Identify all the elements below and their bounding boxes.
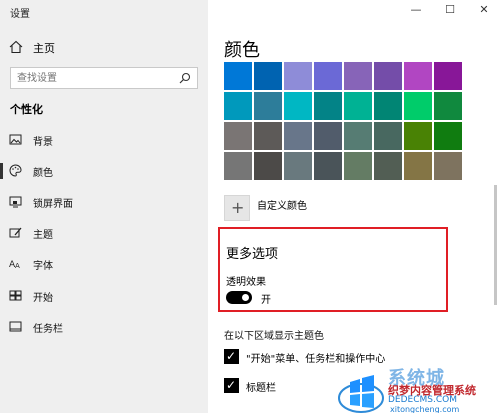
color-swatch[interactable] [344, 62, 372, 90]
transparency-label: 透明效果 [226, 277, 266, 288]
search-icon[interactable] [179, 72, 191, 84]
color-swatch[interactable] [434, 62, 462, 90]
svg-text:A: A [15, 262, 20, 270]
watermark: 系统城 织梦内容管理系统 DEDECMS.COM xitongcheng.com [338, 368, 500, 413]
color-swatch[interactable] [254, 122, 282, 150]
more-options-title: 更多选项 [226, 247, 279, 262]
highlight-box [218, 227, 448, 312]
windows-logo-icon [338, 368, 384, 413]
color-swatch[interactable] [284, 122, 312, 150]
color-swatch[interactable] [314, 122, 342, 150]
nav-item-label: 开始 [33, 293, 53, 304]
palette-icon [9, 164, 22, 177]
color-swatch[interactable] [314, 92, 342, 120]
color-swatch[interactable] [434, 92, 462, 120]
nav-home[interactable]: 主页 [0, 36, 208, 60]
toggle-knob [242, 294, 249, 301]
plus-icon: + [231, 198, 245, 217]
nav-item-lock-screen[interactable]: 锁屏界面 [0, 190, 208, 214]
color-swatch[interactable] [374, 92, 402, 120]
nav-item-themes[interactable]: 主题 [0, 221, 208, 245]
color-swatch[interactable] [254, 92, 282, 120]
color-swatch[interactable] [434, 122, 462, 150]
nav-item-background[interactable]: 背景 [0, 128, 208, 152]
color-swatch[interactable] [284, 92, 312, 120]
watermark-line2: DEDECMS.COM [388, 395, 457, 405]
checkbox-label: 标题栏 [246, 383, 276, 394]
nav-item-label: 背景 [33, 137, 53, 148]
window-controls: — ☐ ✕ [390, 0, 500, 22]
color-swatch[interactable] [224, 152, 252, 180]
home-icon [9, 40, 23, 54]
custom-color-button[interactable]: + [224, 195, 250, 221]
color-swatch[interactable] [404, 62, 432, 90]
close-icon[interactable]: ✕ [476, 3, 492, 17]
checkbox-label: "开始"菜单、任务栏和操作中心 [246, 354, 386, 365]
section-title: 个性化 [10, 103, 43, 116]
brush-icon [9, 226, 22, 239]
show-accent-label: 在以下区域显示主题色 [224, 331, 324, 342]
image-icon [9, 133, 22, 146]
transparency-toggle[interactable] [226, 291, 252, 304]
color-swatch[interactable] [224, 122, 252, 150]
color-swatch[interactable] [434, 152, 462, 180]
watermark-line3: xitongcheng.com [390, 405, 460, 413]
checkbox[interactable]: ✓ [224, 349, 239, 364]
color-swatch[interactable] [404, 122, 432, 150]
search-input[interactable] [17, 71, 167, 85]
color-swatch[interactable] [314, 62, 342, 90]
color-swatch[interactable] [254, 62, 282, 90]
color-swatch[interactable] [284, 152, 312, 180]
checkmark-icon: ✓ [226, 349, 237, 363]
custom-color-label: 自定义颜色 [257, 201, 307, 212]
nav-item-label: 锁屏界面 [33, 199, 73, 210]
page-title: 颜色 [224, 40, 260, 61]
checkbox[interactable]: ✓ [224, 378, 239, 393]
nav-home-label: 主页 [33, 42, 55, 55]
transparency-state: 开 [261, 295, 271, 306]
maximize-icon[interactable]: ☐ [442, 3, 458, 17]
color-swatch[interactable] [224, 62, 252, 90]
nav-item-fonts[interactable]: AA 字体 [0, 252, 208, 276]
settings-sidebar: 设置 主页 个性化 背景 颜色 锁屏界面 主题 [0, 0, 208, 413]
active-indicator [0, 163, 3, 179]
nav-item-colors[interactable]: 颜色 [0, 159, 208, 183]
nav-item-start[interactable]: 开始 [0, 284, 208, 308]
color-swatch[interactable] [224, 92, 252, 120]
color-swatch[interactable] [254, 152, 282, 180]
color-swatch[interactable] [284, 62, 312, 90]
checkmark-icon: ✓ [226, 378, 237, 392]
nav-item-taskbar[interactable]: 任务栏 [0, 315, 208, 339]
color-swatch[interactable] [374, 152, 402, 180]
color-swatch[interactable] [314, 152, 342, 180]
color-swatch[interactable] [344, 152, 372, 180]
lock-screen-icon [9, 195, 22, 208]
minimize-icon[interactable]: — [408, 3, 424, 17]
nav-item-label: 颜色 [33, 168, 53, 179]
color-swatch[interactable] [344, 122, 372, 150]
start-icon [9, 289, 22, 302]
window-title: 设置 [10, 9, 30, 20]
font-icon: AA [9, 257, 22, 270]
color-swatch[interactable] [404, 92, 432, 120]
scrollbar[interactable] [494, 185, 497, 305]
search-box[interactable] [10, 67, 198, 89]
color-swatch[interactable] [404, 152, 432, 180]
taskbar-icon [9, 320, 22, 333]
color-swatch[interactable] [374, 122, 402, 150]
color-swatch[interactable] [344, 92, 372, 120]
color-swatch[interactable] [374, 62, 402, 90]
nav-item-label: 主题 [33, 230, 53, 241]
nav-item-label: 字体 [33, 261, 53, 272]
nav-item-label: 任务栏 [33, 324, 63, 335]
